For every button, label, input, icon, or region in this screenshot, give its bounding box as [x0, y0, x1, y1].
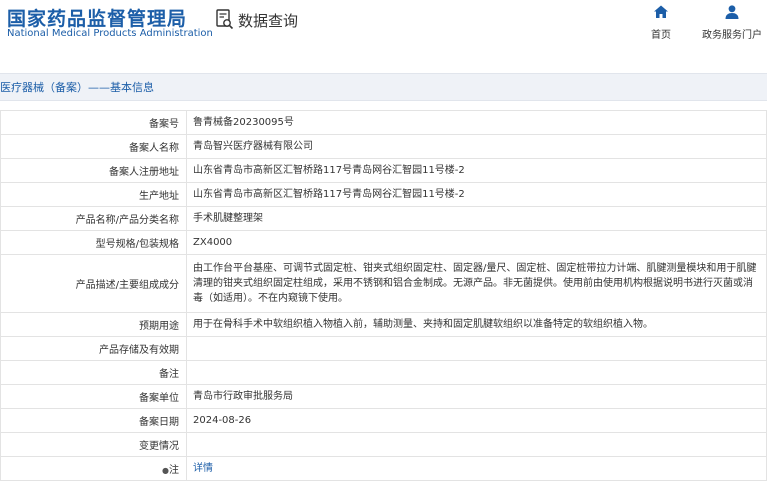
row-label: 备注	[0, 360, 187, 385]
section-title: 医疗器械（备案）——基本信息	[0, 81, 154, 94]
record-info-table: 备案号 鲁青械备20230095号 备案人名称 青岛智兴医疗器械有限公司 备案人…	[0, 110, 767, 481]
row-label: 备案人注册地址	[0, 158, 187, 183]
row-value	[186, 336, 767, 361]
document-search-icon	[216, 9, 234, 30]
note-marker-icon: ●	[162, 466, 169, 475]
row-label: 产品名称/产品分类名称	[0, 206, 187, 231]
row-value: 青岛市行政审批服务局	[186, 384, 767, 409]
table-row: 预期用途 用于在骨科手术中软组织植入物植入前，辅助测量、夹持和固定肌腱软组织以准…	[0, 312, 767, 337]
logo-title-cn[interactable]: 国家药品监督管理局	[7, 4, 187, 31]
table-row: 备案日期 2024-08-26	[0, 408, 767, 433]
table-row: 型号规格/包装规格 ZX4000	[0, 230, 767, 255]
table-row: 备案人注册地址 山东省青岛市高新区汇智桥路117号青岛网谷汇智园11号楼-2	[0, 158, 767, 183]
row-value: 鲁青械备20230095号	[186, 110, 767, 135]
section-title-bar: 医疗器械（备案）——基本信息	[0, 73, 767, 101]
table-row: 生产地址 山东省青岛市高新区汇智桥路117号青岛网谷汇智园11号楼-2	[0, 182, 767, 207]
row-value: ZX4000	[186, 230, 767, 255]
row-value: 用于在骨科手术中软组织植入物植入前，辅助测量、夹持和固定肌腱软组织以准备特定的软…	[186, 312, 767, 337]
table-row: 产品存储及有效期	[0, 336, 767, 361]
row-label: 型号规格/包装规格	[0, 230, 187, 255]
home-icon	[654, 5, 668, 18]
row-label: 产品描述/主要组成成分	[0, 254, 187, 313]
logo-title-en[interactable]: National Medical Products Administration	[7, 28, 213, 39]
row-label: 产品存储及有效期	[0, 336, 187, 361]
row-value: 山东省青岛市高新区汇智桥路117号青岛网谷汇智园11号楼-2	[186, 182, 767, 207]
row-value: 由工作台平台基座、可调节式固定桩、钳夹式组织固定柱、固定器/量尺、固定桩、固定桩…	[186, 254, 767, 313]
row-label-note: ●注	[0, 456, 187, 481]
table-row: 产品名称/产品分类名称 手术肌腱整理架	[0, 206, 767, 231]
row-label: 生产地址	[0, 182, 187, 207]
table-row: 备注	[0, 360, 767, 385]
row-value: 详情	[186, 456, 767, 481]
query-title: 数据查询	[238, 11, 299, 30]
table-row: 备案单位 青岛市行政审批服务局	[0, 384, 767, 409]
table-row: 变更情况	[0, 432, 767, 457]
nav-gov-service-portal[interactable]: 政务服务门户	[700, 4, 764, 41]
user-icon	[725, 5, 739, 19]
row-value: 手术肌腱整理架	[186, 206, 767, 231]
table-row: 备案人名称 青岛智兴医疗器械有限公司	[0, 134, 767, 159]
table-row: 产品描述/主要组成成分 由工作台平台基座、可调节式固定桩、钳夹式组织固定柱、固定…	[0, 254, 767, 313]
row-value: 青岛智兴医疗器械有限公司	[186, 134, 767, 159]
row-label: 备案日期	[0, 408, 187, 433]
nav-home[interactable]: 首页	[646, 4, 676, 41]
data-query-heading: 数据查询	[216, 9, 298, 31]
row-label: 备案号	[0, 110, 187, 135]
nav-home-label: 首页	[651, 30, 671, 41]
row-value	[186, 432, 767, 457]
site-header: 国家药品监督管理局 National Medical Products Admi…	[0, 0, 767, 60]
row-label: 备案单位	[0, 384, 187, 409]
row-value: 山东省青岛市高新区汇智桥路117号青岛网谷汇智园11号楼-2	[186, 158, 767, 183]
note-label: 注	[169, 465, 179, 476]
details-link[interactable]: 详情	[193, 463, 213, 474]
row-label: 变更情况	[0, 432, 187, 457]
row-value: 2024-08-26	[186, 408, 767, 433]
table-row: 备案号 鲁青械备20230095号	[0, 110, 767, 135]
table-row: ●注 详情	[0, 456, 767, 481]
row-value	[186, 360, 767, 385]
row-label: 备案人名称	[0, 134, 187, 159]
row-label: 预期用途	[0, 312, 187, 337]
nav-gov-label: 政务服务门户	[702, 30, 762, 41]
